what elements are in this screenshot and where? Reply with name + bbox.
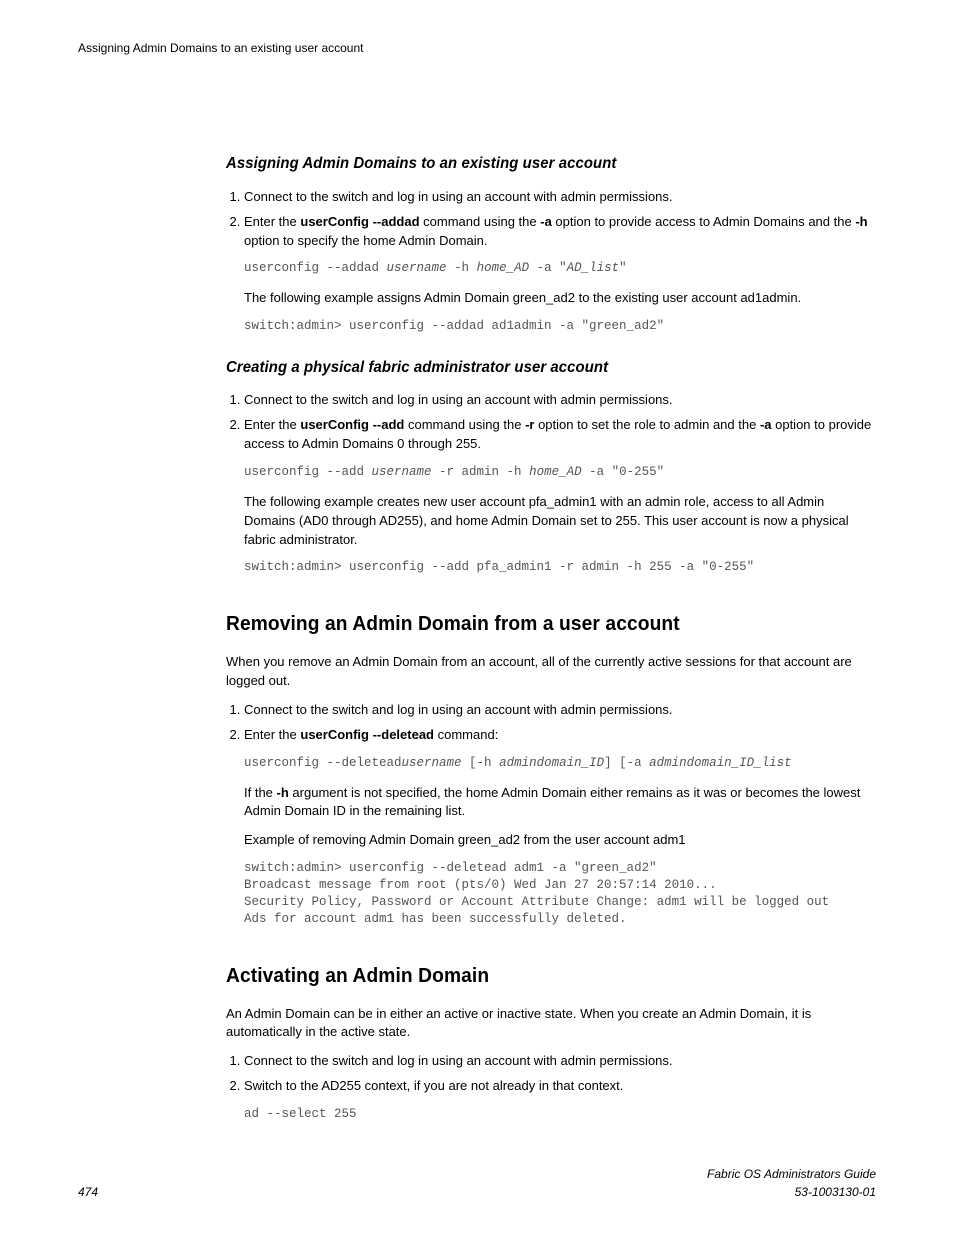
steps-activate: Connect to the switch and log in using a… xyxy=(226,1052,876,1123)
step-item: Enter the userConfig --addad command usi… xyxy=(244,213,876,335)
code-block: userconfig --deleteadusername [-h admind… xyxy=(244,755,876,772)
page-number: 474 xyxy=(78,1184,98,1201)
step-item: Switch to the AD255 context, if you are … xyxy=(244,1077,876,1123)
example-note: Example of removing Admin Domain green_a… xyxy=(244,831,876,850)
heading-assign-existing: Assigning Admin Domains to an existing u… xyxy=(226,153,850,175)
code-block: userconfig --add username -r admin -h ho… xyxy=(244,464,876,481)
code-block: switch:admin> userconfig --addad ad1admi… xyxy=(244,318,876,335)
example-note: The following example creates new user a… xyxy=(244,493,876,550)
step-text: Enter the userConfig --add command using… xyxy=(244,417,871,451)
step-text: Connect to the switch and log in using a… xyxy=(244,392,673,407)
step-text: Connect to the switch and log in using a… xyxy=(244,1053,673,1068)
code-block: switch:admin> userconfig --add pfa_admin… xyxy=(244,559,876,576)
heading-create-admin: Creating a physical fabric administrator… xyxy=(226,357,850,379)
steps-create: Connect to the switch and log in using a… xyxy=(226,391,876,576)
step-item: Connect to the switch and log in using a… xyxy=(244,1052,876,1071)
note-text: If the -h argument is not specified, the… xyxy=(244,784,876,822)
step-text: Enter the userConfig --addad command usi… xyxy=(244,214,868,248)
example-note: The following example assigns Admin Doma… xyxy=(244,289,876,308)
steps-remove: Connect to the switch and log in using a… xyxy=(226,701,876,928)
doc-title: Fabric OS Administrators Guide xyxy=(707,1166,876,1183)
step-item: Connect to the switch and log in using a… xyxy=(244,188,876,207)
heading-remove: Removing an Admin Domain from a user acc… xyxy=(226,610,850,639)
step-text: Enter the userConfig --deletead command: xyxy=(244,727,498,742)
step-text: Switch to the AD255 context, if you are … xyxy=(244,1078,623,1093)
running-header: Assigning Admin Domains to an existing u… xyxy=(78,40,876,57)
page-footer: 474 Fabric OS Administrators Guide 53-10… xyxy=(78,1166,876,1201)
step-item: Connect to the switch and log in using a… xyxy=(244,391,876,410)
heading-activate: Activating an Admin Domain xyxy=(226,962,850,991)
main-content: Assigning Admin Domains to an existing u… xyxy=(226,153,876,1122)
step-item: Enter the userConfig --deletead command:… xyxy=(244,726,876,928)
code-block: userconfig --addad username -h home_AD -… xyxy=(244,260,876,277)
doc-number: 53-1003130-01 xyxy=(707,1184,876,1201)
intro-text: An Admin Domain can be in either an acti… xyxy=(226,1005,876,1043)
intro-text: When you remove an Admin Domain from an … xyxy=(226,653,876,691)
step-text: Connect to the switch and log in using a… xyxy=(244,189,673,204)
step-item: Connect to the switch and log in using a… xyxy=(244,701,876,720)
step-item: Enter the userConfig --add command using… xyxy=(244,416,876,576)
code-block: ad --select 255 xyxy=(244,1106,876,1123)
code-block: switch:admin> userconfig --deletead adm1… xyxy=(244,860,876,928)
steps-assign: Connect to the switch and log in using a… xyxy=(226,188,876,335)
step-text: Connect to the switch and log in using a… xyxy=(244,702,673,717)
